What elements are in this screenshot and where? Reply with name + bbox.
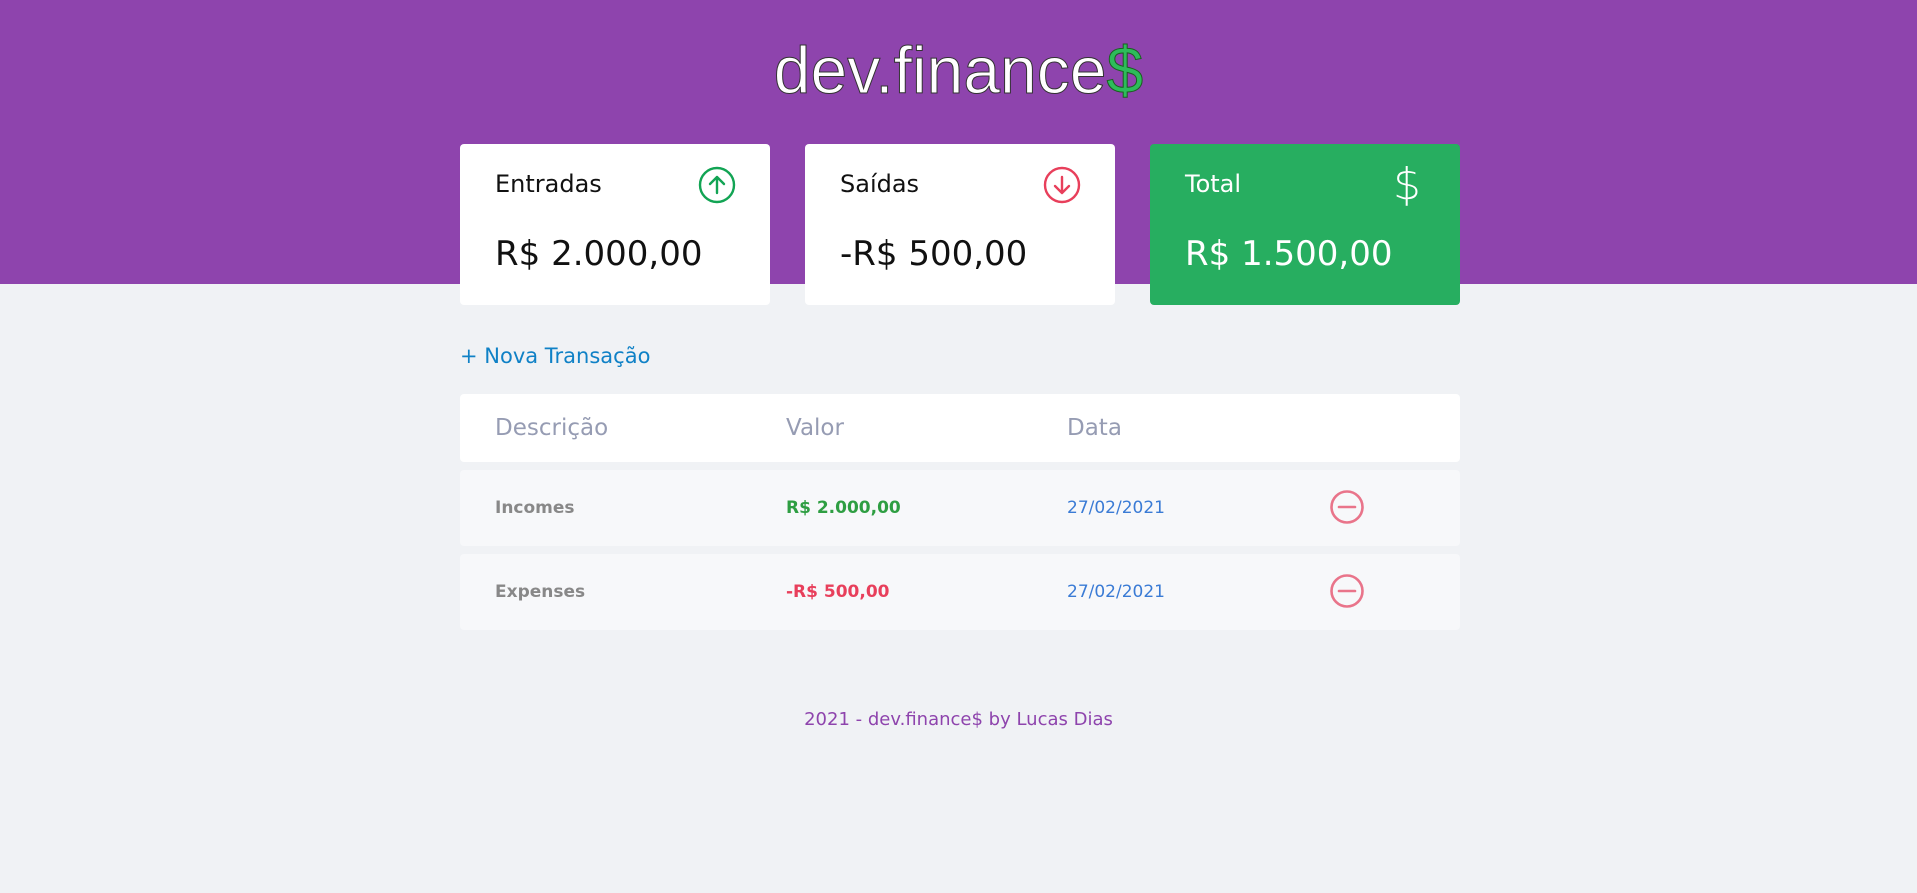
new-transaction-button[interactable]: + Nova Transação (460, 342, 650, 370)
logo-dollar-symbol: $ (1106, 33, 1144, 108)
dollar-icon: $ (1393, 159, 1421, 210)
incomes-card-value: R$ 2.000,00 (495, 234, 703, 274)
expenses-card-label: Saídas (840, 170, 920, 198)
incomes-card-label: Entradas (495, 170, 602, 198)
remove-transaction-icon[interactable] (1329, 573, 1365, 609)
expenses-card-value: -R$ 500,00 (840, 234, 1028, 274)
transaction-amount: -R$ 500,00 (786, 582, 890, 602)
transaction-date: 27/02/2021 (1067, 498, 1165, 518)
column-header-date: Data (1067, 415, 1122, 441)
footer: 2021 - dev.finance$ by Lucas Dias (804, 709, 1113, 730)
app-logo: dev.finance$ (0, 30, 1917, 110)
arrow-up-circle-icon (698, 166, 736, 204)
total-card-value: R$ 1.500,00 (1185, 234, 1393, 274)
arrow-down-circle-icon (1043, 166, 1081, 204)
column-header-amount: Valor (786, 415, 844, 441)
transaction-description: Expenses (495, 582, 586, 602)
expenses-card: Saídas -R$ 500,00 (805, 144, 1115, 305)
remove-transaction-icon[interactable] (1329, 489, 1365, 525)
total-card: Total $ R$ 1.500,00 (1150, 144, 1460, 305)
logo-text: dev.finance (773, 33, 1107, 108)
transaction-amount: R$ 2.000,00 (786, 498, 901, 518)
transaction-date: 27/02/2021 (1067, 582, 1165, 602)
table-header: Descrição Valor Data (460, 394, 1460, 462)
column-header-description: Descrição (495, 415, 609, 441)
transaction-description: Incomes (495, 498, 575, 518)
total-card-label: Total (1185, 170, 1242, 198)
incomes-card: Entradas R$ 2.000,00 (460, 144, 770, 305)
table-row: Incomes R$ 2.000,00 27/02/2021 (460, 470, 1460, 546)
table-row: Expenses -R$ 500,00 27/02/2021 (460, 554, 1460, 630)
